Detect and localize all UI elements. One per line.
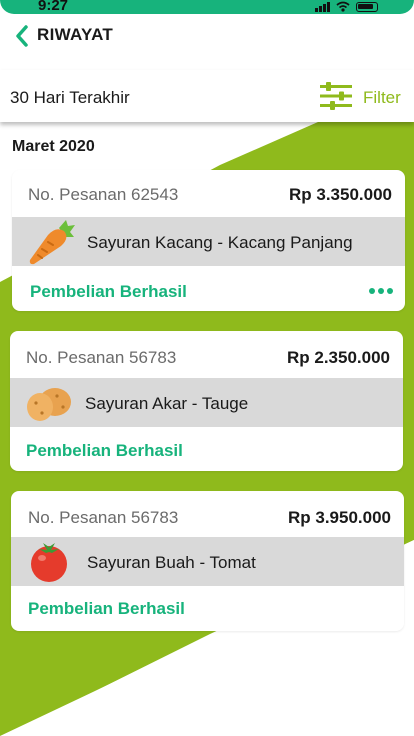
- wifi-icon: [336, 1, 350, 12]
- signal-icon: [315, 1, 330, 12]
- order-item-name: Sayuran Kacang - Kacang Panjang: [87, 233, 353, 252]
- order-status[interactable]: Pembelian Berhasil: [26, 441, 183, 461]
- more-dot-icon: [387, 288, 393, 294]
- filter-button[interactable]: Filter: [304, 78, 414, 114]
- status-time: 9:27: [38, 0, 69, 14]
- order-status[interactable]: Pembelian Berhasil: [28, 599, 185, 619]
- order-number: No. Pesanan 56783: [26, 348, 177, 367]
- more-dot-icon: [378, 288, 384, 294]
- page-title: RIWAYAT: [37, 25, 114, 44]
- app-header: RIWAYAT: [0, 14, 414, 68]
- tomato-icon: [31, 543, 67, 582]
- filter-bar: 30 Hari Terakhir Filter: [0, 70, 414, 122]
- chevron-left-icon: [16, 25, 28, 47]
- status-bar: 9:27: [0, 0, 414, 14]
- month-header: Maret 2020: [12, 138, 95, 155]
- potato-icon: [27, 388, 71, 421]
- order-item-row: Sayuran Kacang - Kacang Panjang: [12, 217, 405, 266]
- order-item-name: Sayuran Buah - Tomat: [87, 553, 256, 572]
- order-status[interactable]: Pembelian Berhasil: [30, 282, 187, 302]
- period-selector[interactable]: 30 Hari Terakhir: [10, 88, 130, 108]
- order-item-name: Sayuran Akar - Tauge: [85, 394, 249, 413]
- back-button[interactable]: [10, 22, 34, 50]
- order-price: Rp 2.350.000: [286, 348, 390, 367]
- more-dot-icon: [369, 288, 375, 294]
- more-options-button[interactable]: [369, 288, 393, 294]
- order-number: No. Pesanan 56783: [28, 508, 179, 527]
- carrot-icon: [29, 220, 75, 265]
- sliders-icon: [320, 82, 352, 110]
- order-card[interactable]: No. Pesanan 56783 Rp 3.950.000 Sayuran B…: [11, 491, 404, 631]
- filter-label: Filter: [363, 88, 401, 107]
- battery-icon: [356, 1, 378, 12]
- order-number: No. Pesanan 62543: [28, 185, 179, 204]
- status-icons: [315, 1, 378, 12]
- order-card[interactable]: No. Pesanan 62543 Rp 3.350.000 Sayuran K…: [12, 170, 405, 311]
- order-item-row: Sayuran Buah - Tomat: [11, 537, 404, 586]
- order-item-row: Sayuran Akar - Tauge: [10, 378, 403, 427]
- order-price: Rp 3.950.000: [287, 508, 391, 527]
- order-card[interactable]: No. Pesanan 56783 Rp 2.350.000 Sayuran A…: [10, 331, 403, 471]
- order-price: Rp 3.350.000: [288, 185, 392, 204]
